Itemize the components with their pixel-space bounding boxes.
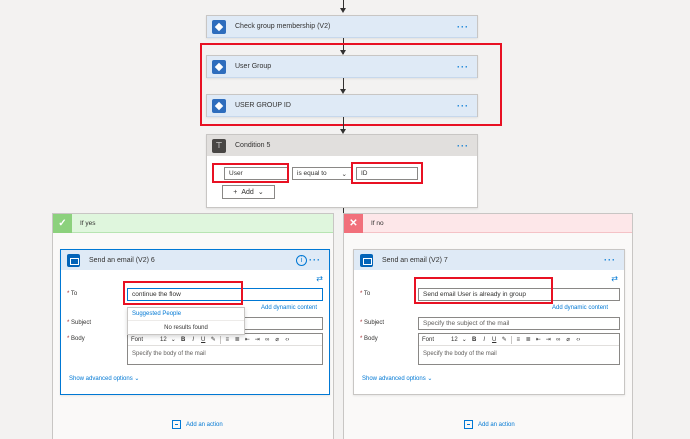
- email-card-title: Send an email (V2) 6: [89, 256, 155, 264]
- subject-input[interactable]: Specify the subject of the mail: [418, 317, 620, 330]
- body-placeholder: Specify the body of the mail: [132, 351, 206, 357]
- action-card-user-group-id[interactable]: USER GROUP ID ···: [206, 94, 478, 117]
- more-options-icon[interactable]: ···: [604, 255, 616, 265]
- to-label: * To: [360, 291, 371, 297]
- condition-operator-select[interactable]: is equal to ⌄: [292, 167, 352, 180]
- operator-value: is equal to: [297, 170, 327, 177]
- highlight-box: [123, 281, 243, 305]
- code-view-icon[interactable]: ‹›: [575, 337, 582, 343]
- divider: [510, 335, 512, 344]
- show-advanced-options-link[interactable]: Show advanced options ⌄: [362, 375, 432, 382]
- highlight-icon[interactable]: ✎: [210, 336, 217, 343]
- font-select[interactable]: Font: [422, 337, 434, 343]
- highlight-box: [212, 163, 289, 183]
- numbered-list-icon[interactable]: ≣: [525, 336, 532, 343]
- action-title: Check group membership (V2): [235, 23, 331, 30]
- action-title: USER GROUP ID: [235, 102, 291, 109]
- highlight-box: [351, 162, 423, 184]
- bold-icon[interactable]: B: [180, 337, 187, 343]
- branch-label: If no: [371, 219, 384, 227]
- divider: [219, 335, 221, 344]
- subject-label: * Subject: [67, 320, 92, 326]
- numbered-list-icon[interactable]: ≣: [234, 336, 241, 343]
- chevron-down-icon[interactable]: ⌄: [461, 336, 468, 343]
- add-dynamic-content-link[interactable]: Add dynamic content: [552, 305, 608, 311]
- outlook-icon: [360, 253, 373, 267]
- close-icon: ✕: [344, 213, 363, 233]
- highlight-icon[interactable]: ✎: [501, 336, 508, 343]
- font-select[interactable]: Font: [131, 337, 143, 343]
- to-label: * To: [67, 291, 78, 297]
- more-options-icon[interactable]: ···: [309, 255, 321, 265]
- add-action-button[interactable]: Add an action: [464, 420, 515, 429]
- chevron-down-icon[interactable]: ⌄: [170, 336, 177, 343]
- email-card-title: Send an email (V2) 7: [382, 256, 448, 264]
- body-label: * Body: [67, 336, 85, 342]
- subject-label: * Subject: [360, 320, 385, 326]
- branch-if-yes: ✓ If yes Send an email (V2) 6 i ··· ⇄ * …: [52, 213, 334, 439]
- check-icon: ✓: [53, 213, 72, 233]
- bullet-list-icon[interactable]: ≡: [224, 337, 231, 343]
- body-editor[interactable]: Font 12 ⌄ B I U ✎ ≡ ≣ ⇤ ⇥ ∞ ⌀ ‹› Specify…: [418, 333, 620, 365]
- add-action-icon: [172, 420, 181, 429]
- add-action-icon: [464, 420, 473, 429]
- more-options-icon[interactable]: ···: [457, 101, 469, 111]
- action-card-check-group[interactable]: Check group membership (V2) ···: [206, 15, 478, 38]
- add-label: Add: [241, 188, 254, 196]
- add-action-button[interactable]: Add an action: [172, 420, 223, 429]
- add-action-label: Add an action: [186, 421, 223, 428]
- font-size-select[interactable]: 12: [451, 337, 458, 343]
- bullet-list-icon[interactable]: ≡: [515, 337, 522, 343]
- unlink-icon[interactable]: ⌀: [565, 336, 572, 343]
- italic-icon[interactable]: I: [481, 337, 488, 343]
- plus-icon: +: [233, 188, 238, 196]
- outdent-icon[interactable]: ⇤: [535, 336, 542, 343]
- italic-icon[interactable]: I: [190, 337, 197, 343]
- add-action-label: Add an action: [478, 421, 515, 428]
- email-card-no[interactable]: Send an email (V2) 7 ··· ⇄ * To Send ema…: [353, 249, 625, 395]
- add-condition-button[interactable]: + Add ⌄: [222, 185, 275, 199]
- body-editor[interactable]: Font 12 ⌄ B I U ✎ ≡ ≣ ⇤ ⇥ ∞ ⌀ ‹› Specify…: [127, 333, 323, 365]
- underline-icon[interactable]: U: [491, 337, 498, 343]
- azure-ad-icon: [212, 19, 226, 34]
- branch-if-no: ✕ If no Send an email (V2) 7 ··· ⇄ * To …: [343, 213, 633, 439]
- font-size-select[interactable]: 12: [160, 337, 167, 343]
- code-view-icon[interactable]: ‹›: [284, 337, 291, 343]
- indent-icon[interactable]: ⇥: [254, 336, 261, 343]
- body-placeholder: Specify the body of the mail: [423, 351, 497, 357]
- more-options-icon[interactable]: ···: [457, 22, 469, 32]
- underline-icon[interactable]: U: [200, 337, 207, 343]
- action-title: User Group: [235, 63, 272, 70]
- more-options-icon[interactable]: ···: [457, 62, 469, 72]
- azure-ad-icon: [212, 98, 226, 113]
- show-advanced-options-link[interactable]: Show advanced options ⌄: [69, 375, 139, 382]
- body-label: * Body: [360, 336, 378, 342]
- unlink-icon[interactable]: ⌀: [274, 336, 281, 343]
- swap-icon[interactable]: ⇄: [611, 274, 618, 283]
- azure-ad-icon: [212, 59, 226, 74]
- highlight-box: [414, 277, 553, 304]
- condition-icon: ⊤: [212, 138, 226, 153]
- info-icon[interactable]: i: [296, 254, 307, 266]
- outlook-icon: [67, 253, 80, 267]
- no-results-text: No results found: [164, 325, 208, 331]
- branch-label: If yes: [80, 219, 96, 227]
- link-icon[interactable]: ∞: [264, 337, 271, 343]
- link-icon[interactable]: ∞: [555, 337, 562, 343]
- action-card-user-group[interactable]: User Group ···: [206, 55, 478, 78]
- more-options-icon[interactable]: ···: [457, 141, 469, 151]
- bold-icon[interactable]: B: [471, 337, 478, 343]
- email-card-yes[interactable]: Send an email (V2) 6 i ··· ⇄ * To contin…: [60, 249, 330, 395]
- indent-icon[interactable]: ⇥: [545, 336, 552, 343]
- condition-title: Condition 5: [235, 142, 271, 149]
- add-dynamic-content-link[interactable]: Add dynamic content: [261, 305, 317, 311]
- swap-icon[interactable]: ⇄: [316, 274, 323, 283]
- suggestion-dropdown: Suggested People No results found: [127, 307, 245, 335]
- suggested-people-header: Suggested People: [128, 308, 244, 321]
- arrow-down-icon: [340, 8, 346, 13]
- chevron-down-icon: ⌄: [341, 170, 347, 178]
- chevron-down-icon: ⌄: [257, 189, 264, 196]
- outdent-icon[interactable]: ⇤: [244, 336, 251, 343]
